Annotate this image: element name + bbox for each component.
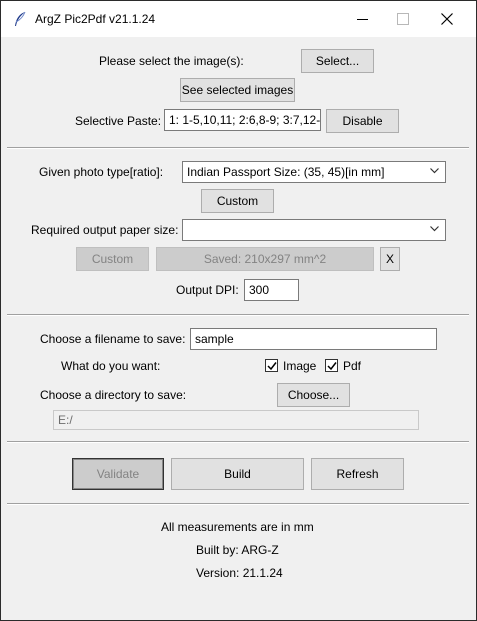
- photo-type-value: Indian Passport Size: (35, 45)[in mm]: [187, 165, 385, 179]
- title-bar: ArgZ Pic2Pdf v21.1.24: [1, 1, 476, 37]
- chevron-down-icon: [430, 226, 439, 232]
- filename-label: Choose a filename to save:: [40, 332, 186, 346]
- choose-directory-button[interactable]: Choose...: [277, 383, 350, 407]
- measurement-note: All measurements are in mm: [161, 520, 314, 534]
- app-window: ArgZ Pic2Pdf v21.1.24 Please select the …: [0, 0, 477, 621]
- feather-icon: [13, 11, 27, 27]
- paper-size-label: Required output paper size:: [31, 223, 179, 237]
- validate-button[interactable]: Validate: [72, 458, 164, 490]
- directory-path-field: E:/: [53, 410, 419, 430]
- image-checkbox-label: Image: [283, 359, 317, 373]
- clear-paper-size-button[interactable]: X: [380, 247, 400, 271]
- window-title: ArgZ Pic2Pdf v21.1.24: [35, 12, 156, 26]
- version-text: Version: 21.1.24: [196, 566, 283, 580]
- built-by-text: Built by: ARG-Z: [196, 543, 279, 557]
- select-images-label: Please select the image(s):: [99, 54, 244, 68]
- photo-type-label: Given photo type[ratio]:: [39, 165, 164, 179]
- refresh-button[interactable]: Refresh: [311, 458, 404, 490]
- maximize-button[interactable]: [381, 1, 427, 37]
- close-button[interactable]: [425, 1, 471, 37]
- build-button[interactable]: Build: [171, 458, 304, 490]
- selective-paste-input[interactable]: 1: 1-5,10,11; 2:6,8-9; 3:7,12-20: [164, 109, 321, 131]
- directory-label: Choose a directory to save:: [40, 388, 187, 402]
- pdf-checkbox-label: Pdf: [343, 359, 362, 373]
- disable-button[interactable]: Disable: [326, 109, 399, 133]
- checkmark-icon: [327, 362, 337, 371]
- close-icon: [441, 13, 453, 25]
- see-selected-images-button[interactable]: See selected images: [180, 78, 295, 102]
- pdf-checkbox[interactable]: [325, 359, 338, 372]
- divider: [7, 314, 469, 316]
- divider: [7, 503, 469, 505]
- chevron-down-icon: [430, 168, 439, 174]
- minimize-button[interactable]: [340, 1, 386, 37]
- output-dpi-input[interactable]: 300: [244, 279, 299, 301]
- photo-type-select[interactable]: Indian Passport Size: (35, 45)[in mm]: [182, 161, 446, 183]
- paper-size-select[interactable]: [182, 219, 446, 241]
- output-type-label: What do you want:: [61, 359, 161, 373]
- output-dpi-label: Output DPI:: [176, 283, 239, 297]
- selective-paste-label: Selective Paste:: [75, 114, 162, 128]
- divider: [7, 441, 469, 443]
- select-images-button[interactable]: Select...: [301, 49, 374, 73]
- checkmark-icon: [267, 362, 277, 371]
- saved-paper-size-button[interactable]: Saved: 210x297 mm^2: [156, 247, 374, 271]
- paper-custom-button[interactable]: Custom: [76, 247, 149, 271]
- filename-input[interactable]: sample: [190, 328, 437, 350]
- divider: [7, 147, 469, 149]
- photo-custom-button[interactable]: Custom: [201, 189, 274, 213]
- image-checkbox[interactable]: [265, 359, 278, 372]
